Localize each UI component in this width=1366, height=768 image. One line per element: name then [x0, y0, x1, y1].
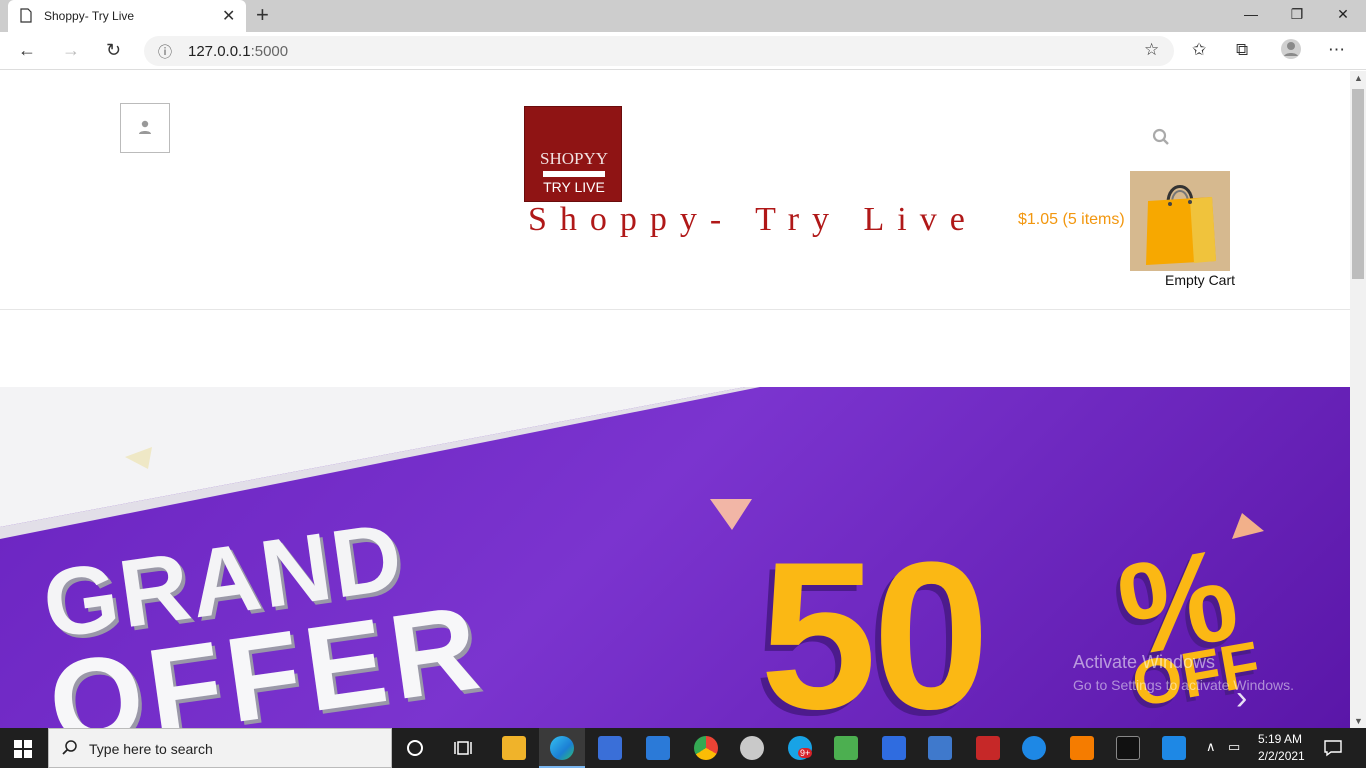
user-icon	[139, 120, 151, 134]
cart-status-label[interactable]: Empty Cart	[1165, 272, 1235, 288]
tab-title: Shoppy- Try Live	[44, 9, 135, 23]
vscode-icon[interactable]	[1162, 736, 1186, 760]
skype-icon[interactable]: 9+	[788, 736, 813, 760]
user-account-button[interactable]	[120, 103, 170, 153]
microsoft-store-icon[interactable]	[598, 736, 622, 760]
chrome-icon[interactable]	[694, 736, 718, 760]
activate-windows-title: Activate Windows	[1073, 652, 1216, 672]
scroll-thumb[interactable]	[1352, 89, 1364, 279]
page-icon	[20, 8, 32, 23]
site-logo[interactable]: SHOPYY TRY LIVE	[524, 106, 622, 202]
page-content: SHOPYY TRY LIVE Shoppy- Try Live $1.05 (…	[0, 71, 1350, 728]
address-bar-row: ← → ↻ ⓘ 127.0.0.1:5000 ☆ ✩ ⧉ ⋯	[0, 32, 1366, 70]
restore-button[interactable]: ❐	[1274, 6, 1320, 23]
more-menu-icon[interactable]: ⋯	[1328, 40, 1345, 60]
site-title: Shoppy- Try Live	[528, 201, 978, 238]
security-app-icon[interactable]	[976, 736, 1000, 760]
cart-total[interactable]: $1.05 (5 items)	[1018, 211, 1125, 229]
spreadsheet-app-icon[interactable]	[834, 736, 858, 760]
notifications-icon[interactable]	[1324, 739, 1342, 757]
taskbar-search-placeholder: Type here to search	[89, 741, 213, 757]
taskbar-search-icon	[62, 740, 77, 755]
logo-divider	[543, 171, 605, 177]
scroll-down-icon[interactable]: ▼	[1354, 716, 1363, 726]
clock-time[interactable]: 5:19 AM	[1258, 732, 1302, 746]
wps-office-icon[interactable]	[882, 736, 906, 760]
tab-close-icon[interactable]: ✕	[222, 6, 235, 26]
task-view-icon[interactable]	[454, 739, 474, 757]
collections-icon[interactable]: ⧉	[1236, 40, 1248, 60]
clock-date[interactable]: 2/2/2021	[1258, 749, 1305, 763]
banner-discount-number: 50	[760, 518, 990, 728]
battery-icon[interactable]: ▭	[1228, 739, 1240, 755]
url-port: :5000	[250, 43, 289, 60]
tray-overflow-icon[interactable]: ∧	[1206, 739, 1216, 755]
minimize-button[interactable]: —	[1228, 6, 1274, 22]
skype-badge: 9+	[798, 748, 813, 758]
mail-icon[interactable]	[646, 736, 670, 760]
xampp-icon[interactable]	[1070, 736, 1094, 760]
scroll-up-icon[interactable]: ▲	[1354, 73, 1363, 83]
browser-tab-bar: Shoppy- Try Live ✕ + — ❐ ✕	[0, 0, 1366, 32]
profile-icon[interactable]	[1280, 38, 1302, 65]
back-icon[interactable]: ←	[18, 40, 36, 61]
paint-icon[interactable]	[740, 736, 764, 760]
url-text: 127.0.0.1:5000	[188, 43, 288, 60]
url-host: 127.0.0.1	[188, 43, 251, 60]
taskbar-search-box[interactable]: Type here to search	[48, 728, 392, 768]
search-icon[interactable]	[1152, 128, 1170, 146]
edge-browser-icon[interactable]	[550, 736, 574, 760]
browser-tab[interactable]: Shoppy- Try Live ✕	[8, 0, 246, 32]
new-tab-button[interactable]: +	[256, 2, 269, 28]
activate-windows-subtitle: Go to Settings to activate Windows.	[1073, 677, 1294, 693]
refresh-icon[interactable]: ↻	[106, 40, 121, 61]
command-prompt-icon[interactable]	[1116, 736, 1140, 760]
close-window-button[interactable]: ✕	[1320, 6, 1366, 23]
cortana-icon[interactable]	[406, 739, 424, 757]
windows-taskbar: Type here to search 9+ ∧ ▭ 5:19 AM 2/2/2…	[0, 728, 1366, 768]
vpn-app-icon[interactable]	[1022, 736, 1046, 760]
file-explorer-icon[interactable]	[502, 736, 526, 760]
shopping-bag-icon[interactable]	[1130, 171, 1230, 271]
url-field[interactable]: ⓘ 127.0.0.1:5000	[144, 36, 1174, 66]
forward-icon[interactable]: →	[62, 40, 80, 61]
add-favorite-icon[interactable]: ☆	[1144, 40, 1159, 60]
site-info-icon[interactable]: ⓘ	[158, 42, 172, 62]
page-scrollbar[interactable]: ▲ ▼	[1350, 71, 1366, 728]
logo-top-text: SHOPYY	[539, 149, 609, 168]
header-divider	[0, 309, 1350, 310]
favorites-icon[interactable]: ✩	[1192, 40, 1206, 60]
logo-bottom-text: TRY LIVE	[543, 179, 605, 195]
calculator-icon[interactable]	[928, 736, 952, 760]
windows-start-icon[interactable]	[14, 740, 32, 758]
